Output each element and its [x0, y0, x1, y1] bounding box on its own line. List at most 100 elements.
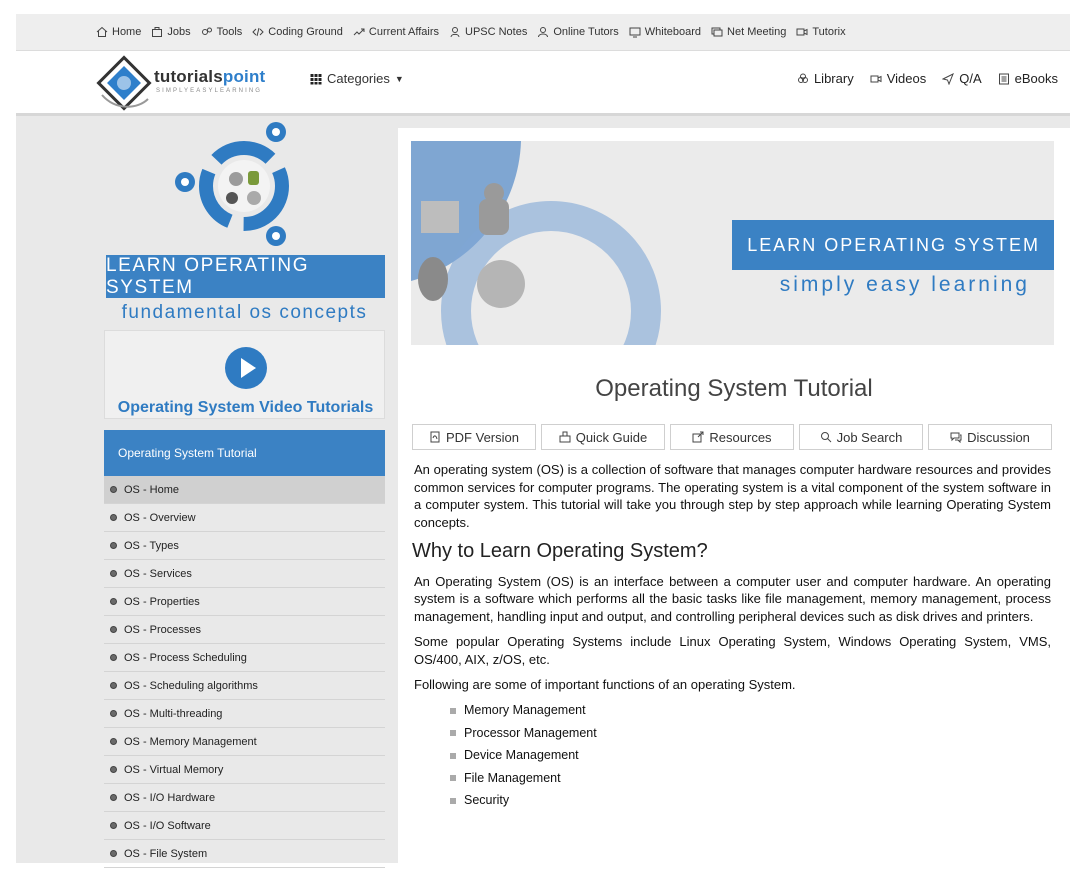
- sidebar-item-os-file-system[interactable]: OS - File System: [104, 840, 385, 868]
- list-item-label: Processor Management: [464, 725, 597, 740]
- sidebar-item-label: OS - I/O Software: [124, 819, 211, 832]
- library-icon: [797, 73, 809, 85]
- video-tutorials-title: Operating System Video Tutorials: [117, 399, 374, 416]
- bullet-icon: [110, 486, 117, 493]
- logo-word-main: tutorials: [154, 67, 223, 86]
- logo-wordmark: tutorialspoint: [154, 67, 265, 87]
- bullet-icon: [110, 710, 117, 717]
- topnav-tools-label: Tools: [216, 26, 243, 38]
- square-bullet-icon: [450, 775, 456, 782]
- topnav-upsc-notes[interactable]: UPSC Notes: [449, 26, 527, 38]
- sidebar-item-os-processes[interactable]: OS - Processes: [104, 616, 385, 644]
- square-bullet-icon: [450, 730, 456, 737]
- grid-icon: [310, 73, 322, 85]
- topnav-tutorix[interactable]: Tutorix: [796, 26, 846, 38]
- hero-subtitle: simply easy learning: [779, 273, 1030, 296]
- nav-ebooks-label: eBooks: [1014, 71, 1058, 86]
- bullet-icon: [110, 514, 117, 521]
- paragraph-popular-os: Some popular Operating Systems include L…: [414, 634, 1051, 667]
- topnav-tools[interactable]: Tools: [201, 26, 243, 38]
- hero-banner: LEARN OPERATING SYSTEM simply easy learn…: [411, 141, 1054, 345]
- topnav-net-meeting[interactable]: Net Meeting: [711, 26, 786, 38]
- sidebar-item-os-services[interactable]: OS - Services: [104, 560, 385, 588]
- pdf-version-label: PDF Version: [446, 429, 519, 445]
- os-logos-illustration: [411, 141, 661, 345]
- meeting-icon: [711, 26, 723, 38]
- caret-down-icon: ▼: [394, 73, 404, 84]
- sidebar-item-label: OS - Memory Management: [124, 735, 257, 748]
- sidebar-item-os-home[interactable]: OS - Home: [104, 476, 385, 504]
- nav-videos-label: Videos: [886, 71, 927, 86]
- discussion-label: Discussion: [967, 429, 1030, 445]
- bullet-icon: [110, 738, 117, 745]
- hero-title: LEARN OPERATING SYSTEM: [732, 220, 1054, 270]
- sidebar-item-os-memory-management[interactable]: OS - Memory Management: [104, 728, 385, 756]
- nav-videos[interactable]: Videos: [870, 71, 927, 86]
- sidebar-item-label: OS - Process Scheduling: [124, 651, 247, 664]
- video-icon: [870, 73, 882, 85]
- tutorix-icon: [796, 26, 808, 38]
- bullet-icon: [110, 766, 117, 773]
- sidebar-menu-heading: Operating System Tutorial: [104, 430, 385, 476]
- main-content: LEARN OPERATING SYSTEM simply easy learn…: [398, 128, 1070, 863]
- tools-icon: [201, 26, 213, 38]
- logo-word-accent: point: [222, 67, 266, 86]
- nav-qa[interactable]: Q/A: [942, 71, 982, 86]
- play-icon: [225, 347, 267, 389]
- sidebar-item-os-properties[interactable]: OS - Properties: [104, 588, 385, 616]
- topnav-whiteboard[interactable]: Whiteboard: [629, 26, 701, 38]
- logo-tagline: SIMPLYEASYLEARNING: [156, 88, 263, 94]
- list-item: Processor Management: [450, 722, 1051, 745]
- sidebar-item-os-io-software[interactable]: OS - I/O Software: [104, 812, 385, 840]
- sidebar-item-label: OS - Overview: [124, 511, 196, 524]
- header-right-nav: Library Videos Q/A eBooks: [797, 71, 1058, 86]
- topnav-online-tutors[interactable]: Online Tutors: [537, 26, 619, 38]
- list-item: Security: [450, 790, 1051, 813]
- topnav-jobs[interactable]: Jobs: [151, 26, 191, 38]
- topnav-tutorix-label: Tutorix: [812, 26, 846, 38]
- site-logo[interactable]: tutorialspoint SIMPLYEASYLEARNING: [96, 55, 306, 111]
- nav-library[interactable]: Library: [797, 71, 854, 86]
- categories-label: Categories: [327, 71, 390, 86]
- sidebar-item-os-process-scheduling[interactable]: OS - Process Scheduling: [104, 644, 385, 672]
- bullet-icon: [110, 850, 117, 857]
- resources-button[interactable]: Resources: [670, 424, 794, 450]
- sidebar-item-label: OS - Multi-threading: [124, 707, 223, 720]
- sidebar-item-os-types[interactable]: OS - Types: [104, 532, 385, 560]
- resources-label: Resources: [709, 429, 772, 445]
- categories-dropdown[interactable]: Categories ▼: [310, 71, 404, 86]
- notes-icon: [449, 26, 461, 38]
- whiteboard-icon: [629, 26, 641, 38]
- pdf-version-button[interactable]: PDF Version: [412, 424, 536, 450]
- action-button-row: PDF Version Quick Guide Resources Job Se…: [412, 424, 1052, 450]
- external-link-icon: [692, 431, 704, 443]
- sidebar-item-os-io-hardware[interactable]: OS - I/O Hardware: [104, 784, 385, 812]
- sidebar-banner-subtitle: fundamental os concepts: [121, 302, 368, 323]
- job-search-button[interactable]: Job Search: [799, 424, 923, 450]
- topnav-coding-ground-label: Coding Ground: [268, 26, 343, 38]
- square-bullet-icon: [450, 752, 456, 759]
- bullet-icon: [110, 570, 117, 577]
- job-search-label: Job Search: [836, 429, 903, 445]
- os-gears-illustration: [175, 122, 289, 246]
- topnav-net-meeting-label: Net Meeting: [727, 26, 787, 38]
- sidebar-banner[interactable]: LEARN OPERATING SYSTEM fundamental os co…: [104, 116, 385, 328]
- nav-library-label: Library: [813, 71, 854, 86]
- sidebar-item-os-multi-threading[interactable]: OS - Multi-threading: [104, 700, 385, 728]
- topnav-current-affairs[interactable]: Current Affairs: [353, 26, 439, 38]
- topnav-home[interactable]: Home: [96, 26, 141, 38]
- send-icon: [942, 72, 955, 85]
- video-tutorials-link[interactable]: Operating System Video Tutorials: [104, 330, 385, 419]
- topnav-coding-ground[interactable]: Coding Ground: [252, 26, 343, 38]
- topnav-home-label: Home: [112, 26, 142, 38]
- bullet-icon: [110, 598, 117, 605]
- sidebar-item-os-scheduling-algorithms[interactable]: OS - Scheduling algorithms: [104, 672, 385, 700]
- sidebar-item-os-overview[interactable]: OS - Overview: [104, 504, 385, 532]
- sidebar-item-os-virtual-memory[interactable]: OS - Virtual Memory: [104, 756, 385, 784]
- topnav-jobs-label: Jobs: [167, 26, 191, 38]
- discussion-button[interactable]: Discussion: [928, 424, 1052, 450]
- nav-ebooks[interactable]: eBooks: [998, 71, 1058, 86]
- list-item: Device Management: [450, 745, 1051, 768]
- quick-guide-button[interactable]: Quick Guide: [541, 424, 665, 450]
- list-item-label: File Management: [464, 770, 561, 785]
